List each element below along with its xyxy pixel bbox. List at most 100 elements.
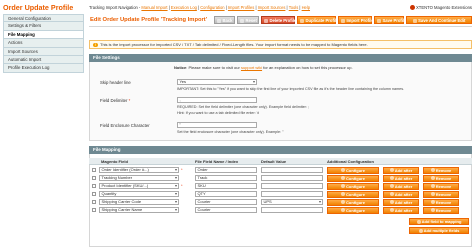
nav-link-execution-log[interactable]: Execution Log — [171, 5, 197, 10]
row-select-checkbox[interactable] — [92, 184, 96, 188]
configure-button[interactable]: Configure — [327, 198, 379, 206]
support-wiki-link[interactable]: support wiki — [241, 65, 262, 70]
row-select-checkbox[interactable] — [92, 208, 96, 212]
delete-profile-button[interactable]: Delete Profile — [261, 16, 297, 24]
magento-field-select[interactable]: Shipping Carrier Code — [99, 199, 179, 205]
extension-label[interactable]: XTENTO Magento Extensions — [409, 5, 472, 10]
remove-icon — [430, 200, 435, 205]
navigation-prefix: Tracking Import Navigation - — [89, 5, 141, 10]
configure-icon — [341, 208, 346, 213]
nav-link-tools[interactable]: Tools — [289, 5, 299, 10]
page-header: Edit Order Update Profile 'Tracking Impo… — [89, 14, 472, 27]
skip-header-select[interactable]: Yes — [177, 79, 257, 85]
add-after-button[interactable]: Add after — [383, 190, 419, 198]
remove-button[interactable]: Remove — [423, 182, 459, 190]
default-value-input[interactable] — [261, 175, 323, 181]
row-select-checkbox[interactable] — [92, 200, 96, 204]
default-value-input[interactable] — [261, 183, 323, 189]
row-select-checkbox[interactable] — [92, 168, 96, 172]
configure-button[interactable]: Configure — [327, 182, 379, 190]
add-icon — [389, 168, 394, 173]
save-continue-button[interactable]: Save And Continue Edit — [406, 16, 472, 24]
notice-text: This is the import processor for importe… — [100, 42, 368, 47]
remove-button[interactable]: Remove — [423, 174, 459, 182]
remove-button[interactable]: Remove — [423, 206, 459, 214]
import-profile-button[interactable]: Import Profile — [338, 16, 374, 24]
xtento-logo-icon — [409, 5, 415, 10]
nav-link-import-profiles[interactable]: Import Profiles — [228, 5, 254, 10]
add-after-label: Add after — [394, 207, 413, 213]
magento-field-select[interactable]: Quantity — [99, 191, 179, 197]
remove-button[interactable]: Remove — [423, 166, 459, 174]
row-select-checkbox[interactable] — [92, 192, 96, 196]
required-marker: * — [128, 98, 131, 103]
file-field-input[interactable]: Track — [195, 175, 257, 181]
configure-icon — [341, 184, 346, 189]
delete-button-label: Delete Profile — [269, 18, 297, 23]
sidebar-item-profile-execution-log[interactable]: Profile Execution Log — [3, 64, 84, 73]
field-delimiter-hint: Hint: If you want to use a tab delimited… — [177, 111, 259, 115]
duplicate-profile-button[interactable]: Duplicate Profile — [297, 16, 339, 24]
sidebar-item-import-sources[interactable]: Import Sources — [3, 47, 84, 56]
configure-label: Configure — [346, 175, 365, 181]
import-button-label: Import Profile — [346, 18, 374, 23]
add-icon — [416, 219, 421, 224]
add-after-label: Add after — [394, 175, 413, 181]
processor-notice: ! This is the import processor for impor… — [89, 40, 472, 49]
remove-icon — [430, 168, 435, 173]
configure-button[interactable]: Configure — [327, 190, 379, 198]
default-value-input[interactable] — [261, 167, 323, 173]
configure-icon — [341, 176, 346, 181]
file-field-input[interactable]: Courier — [195, 199, 257, 205]
file-field-input[interactable]: SKU — [195, 183, 257, 189]
configure-button[interactable]: Configure — [327, 174, 379, 182]
remove-button[interactable]: Remove — [423, 198, 459, 206]
sidebar-item-general-configuration[interactable]: General Configuration — [3, 14, 84, 23]
remove-icon — [430, 184, 435, 189]
magento-field-select[interactable]: Order Identifier (Order #...) — [99, 167, 179, 173]
sidebar-item-settings-filters[interactable]: Settings & Filters — [3, 22, 84, 31]
configure-button[interactable]: Configure — [327, 166, 379, 174]
remove-button[interactable]: Remove — [423, 190, 459, 198]
file-field-input[interactable]: QTY — [195, 191, 257, 197]
add-after-button[interactable]: Add after — [383, 198, 419, 206]
configure-button[interactable]: Configure — [327, 206, 379, 214]
remove-icon — [430, 176, 435, 181]
add-after-button[interactable]: Add after — [383, 166, 419, 174]
sidebar-item-file-mapping[interactable]: File Mapping — [3, 30, 84, 40]
add-after-button[interactable]: Add after — [383, 182, 419, 190]
row-select-checkbox[interactable] — [92, 176, 96, 180]
sidebar-item-automatic-import[interactable]: Automatic Import — [3, 55, 84, 65]
magento-field-select[interactable]: Tracking Number — [99, 175, 179, 181]
add-field-to-mapping-button[interactable]: Add field to mapping — [409, 218, 469, 225]
back-button[interactable]: Back — [214, 16, 235, 24]
magento-field-select[interactable]: Product Identifier (SKU/...) — [99, 183, 179, 189]
reset-button-label: Reset — [245, 18, 257, 23]
magento-field-select[interactable]: Shipping Carrier Name — [99, 207, 179, 213]
nav-link-manual-import[interactable]: Manual Import — [141, 5, 167, 10]
default-value-input[interactable] — [261, 191, 323, 197]
add-after-button[interactable]: Add after — [383, 174, 419, 182]
add-field-to-mapping-label: Add field to mapping — [421, 219, 462, 224]
save-profile-button[interactable]: Save Profile — [374, 16, 406, 24]
file-field-input[interactable]: Courier — [195, 207, 257, 213]
configure-label: Configure — [346, 183, 365, 189]
mapping-row-tracking-number: Tracking Number Track Configure Add afte… — [89, 174, 472, 182]
default-value-select[interactable]: UPS — [261, 199, 323, 205]
nav-link-import-sources[interactable]: Import Sources — [258, 5, 286, 10]
add-icon — [389, 208, 394, 213]
nav-link-configuration[interactable]: Configuration — [200, 5, 224, 10]
add-multiple-fields-button[interactable]: Add multiple fields — [409, 227, 469, 234]
field-enclosure-input[interactable]: " — [177, 122, 257, 128]
nav-link-help[interactable]: Help — [302, 5, 310, 10]
save-continue-button-label: Save And Continue Edit — [418, 18, 466, 23]
add-after-button[interactable]: Add after — [383, 206, 419, 214]
reset-button[interactable]: Reset — [237, 16, 259, 24]
field-delimiter-input[interactable]: , — [177, 97, 257, 103]
back-arrow-icon — [217, 18, 221, 23]
file-field-input[interactable]: Order — [195, 167, 257, 173]
required-marker: * — [181, 183, 183, 188]
sidebar-item-actions[interactable]: Actions — [3, 39, 84, 48]
reset-icon — [240, 18, 244, 23]
default-value-input[interactable] — [261, 207, 323, 213]
